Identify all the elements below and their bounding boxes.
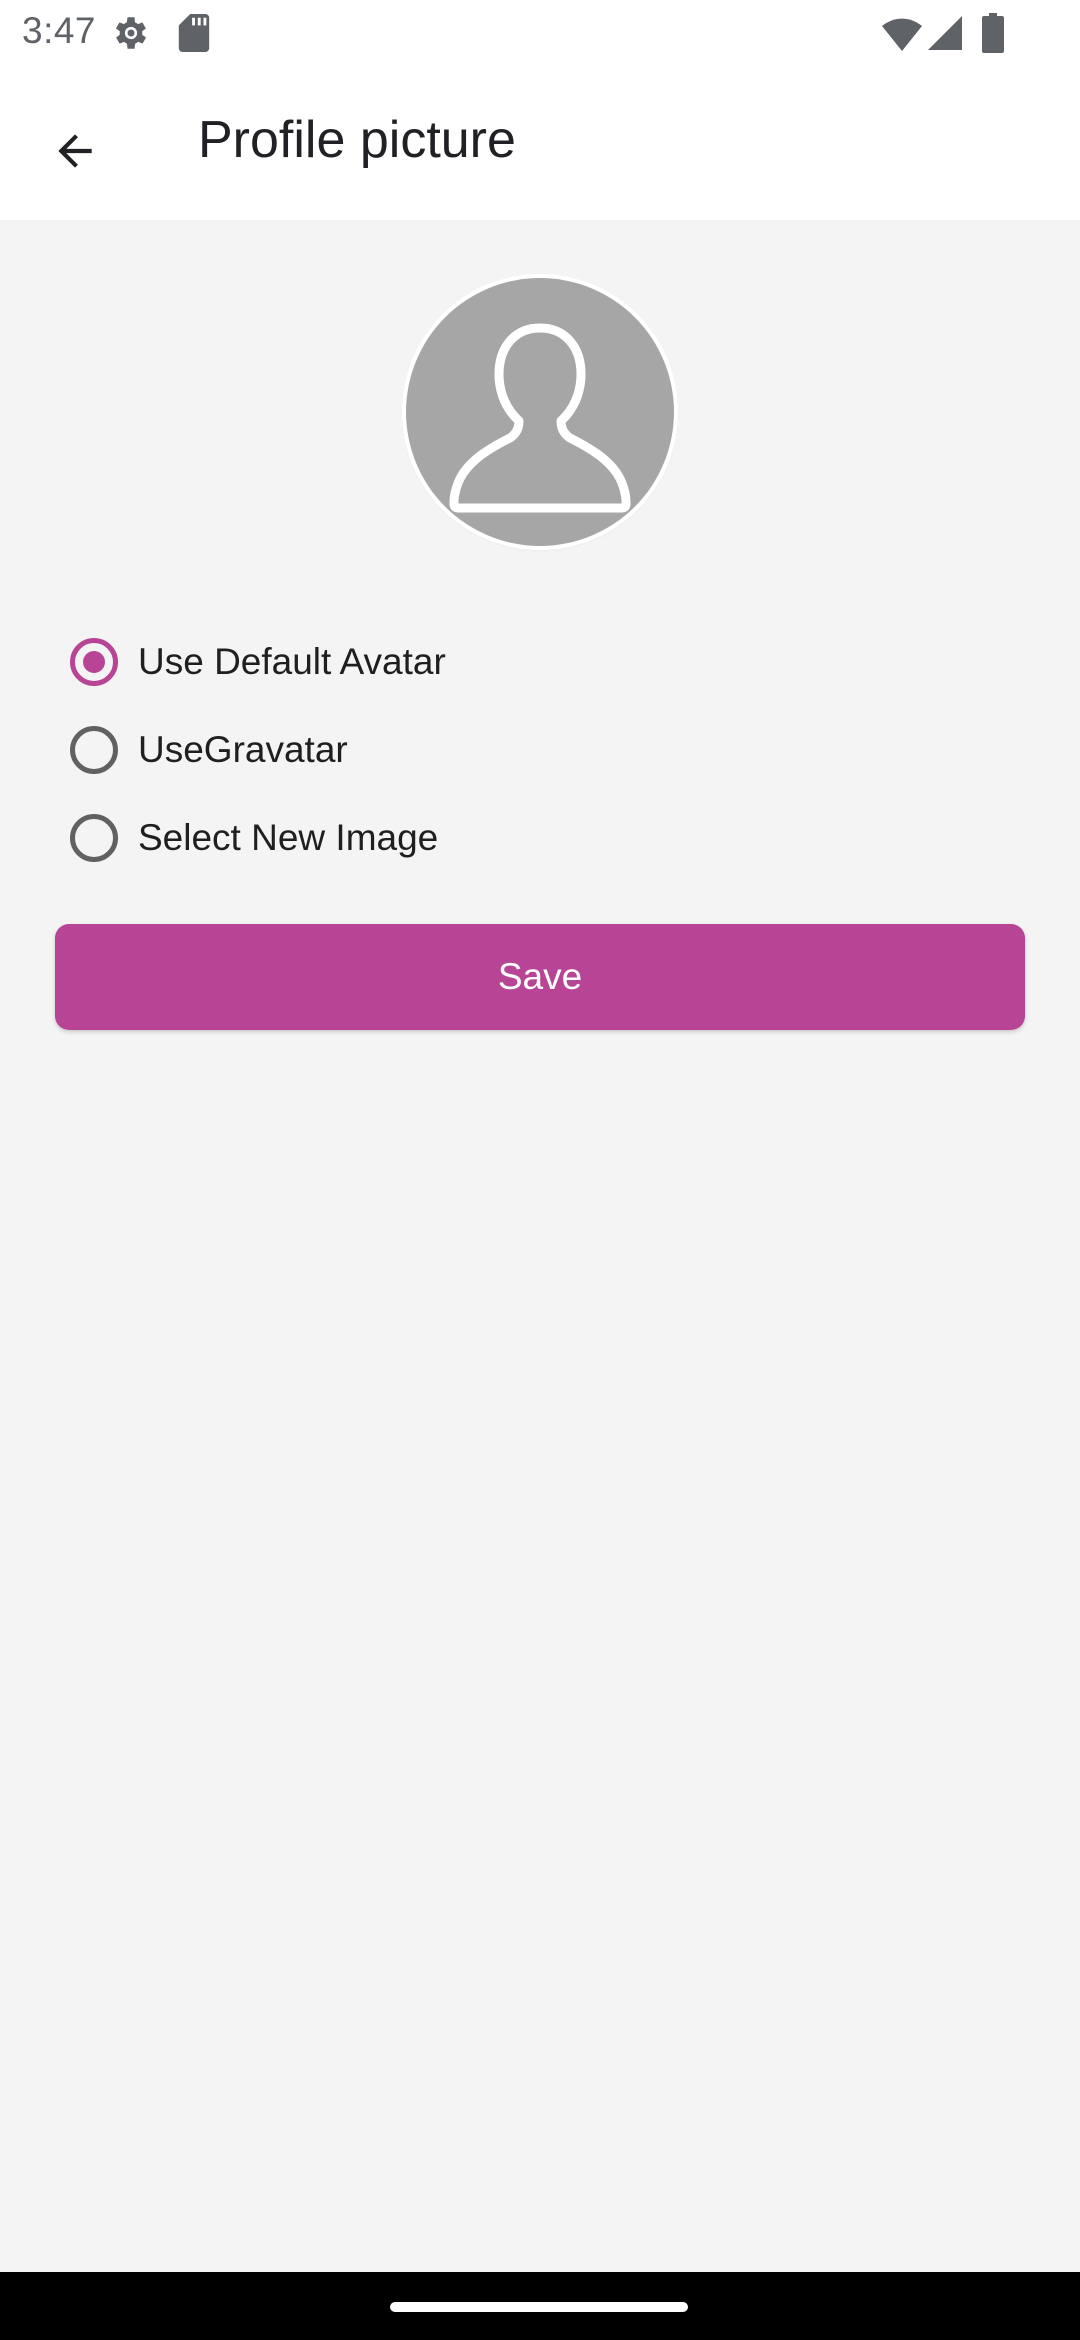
option-use-default-avatar[interactable]: Use Default Avatar (66, 618, 966, 706)
radio-button[interactable] (70, 814, 118, 862)
option-select-new-image[interactable]: Select New Image (66, 794, 966, 882)
gear-icon (115, 17, 147, 49)
option-label: UseGravatar (138, 729, 348, 770)
home-gesture-handle[interactable] (390, 2302, 688, 2312)
battery-icon (982, 13, 1004, 53)
radio-button[interactable] (70, 726, 118, 774)
app-bar: Profile picture (0, 66, 1080, 220)
status-bar: 3:47 (0, 0, 1080, 66)
status-time: 3:47 (22, 10, 97, 51)
option-use-gravatar[interactable]: UseGravatar (66, 706, 966, 794)
back-button[interactable] (30, 106, 120, 196)
option-label: Select New Image (138, 817, 439, 858)
avatar (406, 278, 674, 546)
arrow-back-icon (58, 134, 92, 168)
content: Use Default Avatar UseGravatar Select Ne… (0, 220, 1080, 2272)
page-title: Profile picture (198, 111, 516, 169)
save-button[interactable]: Save (55, 924, 1025, 1030)
radio-button-checked[interactable] (70, 638, 118, 686)
cell-signal-icon (928, 16, 962, 50)
option-label: Use Default Avatar (138, 641, 446, 682)
navigation-bar (0, 2272, 1080, 2340)
avatar-source-radio-group: Use Default Avatar UseGravatar Select Ne… (66, 618, 966, 882)
person-outline-icon (449, 323, 631, 513)
wifi-icon (882, 18, 922, 51)
sd-card-icon (178, 14, 210, 52)
